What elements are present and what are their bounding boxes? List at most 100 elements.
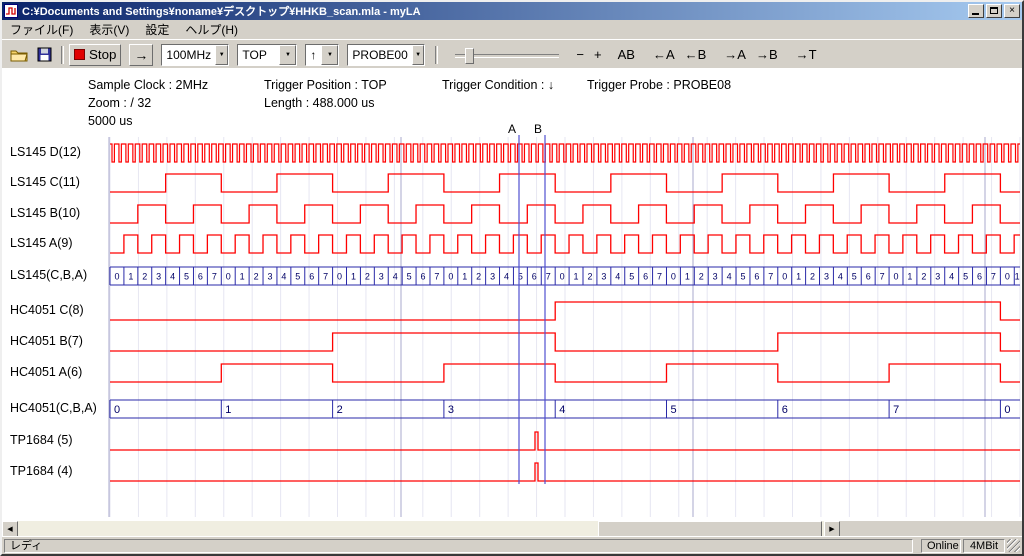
- svg-text:3: 3: [713, 271, 718, 281]
- chevron-down-icon[interactable]: ▼: [321, 45, 338, 65]
- svg-text:7: 7: [657, 271, 662, 281]
- channel-ls145-a9: [110, 235, 1020, 253]
- title-bar[interactable]: C:¥Documents and Settings¥noname¥デスクトップ¥…: [2, 2, 1022, 20]
- svg-text:7: 7: [323, 271, 328, 281]
- stop-button[interactable]: Stop: [69, 44, 121, 66]
- trigger-position-select[interactable]: TOP ▼: [237, 44, 297, 66]
- svg-text:4: 4: [949, 271, 954, 281]
- waveform-view[interactable]: Sample Clock : 2MHz Trigger Position : T…: [2, 68, 1022, 521]
- toolbar-separator: [435, 46, 438, 64]
- menu-file[interactable]: ファイル(F): [2, 19, 81, 40]
- channel-tp1684-4: [110, 463, 1020, 481]
- svg-text:6: 6: [977, 271, 982, 281]
- status-ready: レディ: [4, 539, 913, 553]
- scrollbar-track[interactable]: [18, 521, 824, 537]
- trigger-position-info: Trigger Position : TOP: [264, 78, 387, 92]
- scrollbar-thumb[interactable]: [598, 521, 822, 537]
- svg-text:1: 1: [462, 271, 467, 281]
- svg-text:0: 0: [448, 271, 453, 281]
- svg-text:7: 7: [893, 404, 899, 416]
- zoom-slider[interactable]: [455, 46, 559, 64]
- save-button[interactable]: [32, 44, 56, 66]
- open-button[interactable]: [6, 44, 32, 66]
- waveform-svg: 0123456701234567012345670123456701234567…: [2, 68, 1022, 521]
- window-title: C:¥Documents and Settings¥noname¥デスクトップ¥…: [22, 3, 966, 19]
- zoom-slider-thumb[interactable]: [465, 48, 474, 64]
- svg-text:7: 7: [991, 271, 996, 281]
- minimize-button[interactable]: [968, 4, 984, 18]
- status-online: Online: [921, 539, 961, 553]
- cursor-a-label: A: [508, 122, 516, 136]
- svg-text:0: 0: [114, 271, 119, 281]
- run-button[interactable]: →: [129, 44, 153, 66]
- chevron-down-icon[interactable]: ▼: [279, 45, 296, 65]
- floppy-disk-icon: [37, 47, 52, 62]
- svg-text:5: 5: [671, 404, 677, 416]
- time-origin-label: 5000 us: [88, 114, 132, 128]
- svg-text:7: 7: [546, 271, 551, 281]
- folder-open-icon: [10, 48, 28, 62]
- ab-button[interactable]: AB: [613, 45, 640, 64]
- resize-grip[interactable]: [1007, 539, 1020, 552]
- app-icon: [4, 4, 18, 18]
- svg-text:2: 2: [476, 271, 481, 281]
- svg-text:5: 5: [740, 271, 745, 281]
- scroll-left-button[interactable]: ◀: [2, 521, 18, 537]
- application-window: { "window": { "title": "C:¥Documents and…: [0, 0, 1024, 556]
- svg-text:7: 7: [212, 271, 217, 281]
- svg-text:3: 3: [379, 271, 384, 281]
- svg-text:0: 0: [1005, 271, 1010, 281]
- channel-tp1684-5: [110, 432, 1020, 450]
- probe-select[interactable]: PROBE00 ▼: [347, 44, 425, 66]
- menu-help[interactable]: ヘルプ(H): [177, 19, 246, 40]
- svg-text:3: 3: [448, 404, 454, 416]
- zoom-out-button[interactable]: −: [571, 45, 589, 64]
- svg-text:3: 3: [267, 271, 272, 281]
- svg-text:7: 7: [434, 271, 439, 281]
- menu-settings[interactable]: 設定: [137, 19, 177, 40]
- channel-label-tp1684-4: TP1684 (4): [10, 464, 73, 478]
- channel-label-ls145-a9: LS145 A(9): [10, 236, 73, 250]
- svg-text:6: 6: [421, 271, 426, 281]
- status-memory: 4MBit: [963, 539, 1005, 553]
- move-cursor-a-button[interactable]: →A: [719, 45, 751, 64]
- sample-clock-select[interactable]: 100MHz ▼: [161, 44, 229, 66]
- goto-trigger-button[interactable]: →T: [791, 45, 822, 64]
- channel-label-ls145-b10: LS145 B(10): [10, 206, 80, 220]
- svg-text:2: 2: [365, 271, 370, 281]
- svg-text:6: 6: [198, 271, 203, 281]
- svg-text:4: 4: [393, 271, 398, 281]
- chevron-down-icon[interactable]: ▼: [412, 45, 425, 65]
- move-cursor-b-button[interactable]: →B: [751, 45, 783, 64]
- trigger-edge-value: ↑: [306, 48, 320, 62]
- svg-text:5: 5: [852, 271, 857, 281]
- goto-cursor-b-button[interactable]: ←B: [680, 45, 712, 64]
- horizontal-scrollbar[interactable]: ◀ ▶: [2, 521, 840, 537]
- goto-cursor-a-button[interactable]: ←A: [648, 45, 680, 64]
- grid: [109, 137, 1020, 517]
- svg-text:2: 2: [921, 271, 926, 281]
- channel-label-ls145-bus: LS145(C,B,A): [10, 268, 87, 282]
- zoom-in-button[interactable]: +: [589, 45, 607, 64]
- svg-text:3: 3: [156, 271, 161, 281]
- zoom-info: Zoom : / 32: [88, 96, 151, 110]
- svg-text:3: 3: [935, 271, 940, 281]
- scroll-right-button[interactable]: ▶: [824, 521, 840, 537]
- svg-text:4: 4: [281, 271, 286, 281]
- svg-text:2: 2: [254, 271, 259, 281]
- trigger-condition-info: Trigger Condition : ↓: [442, 78, 554, 92]
- close-button[interactable]: ×: [1004, 4, 1020, 18]
- maximize-button[interactable]: [986, 4, 1002, 18]
- svg-text:1: 1: [225, 404, 231, 416]
- trigger-edge-select[interactable]: ↑ ▼: [305, 44, 339, 66]
- svg-text:5: 5: [518, 271, 523, 281]
- svg-text:2: 2: [337, 404, 343, 416]
- svg-text:1: 1: [351, 271, 356, 281]
- svg-text:0: 0: [114, 404, 120, 416]
- menu-bar: ファイル(F) 表示(V) 設定 ヘルプ(H): [2, 20, 1022, 39]
- svg-text:5: 5: [629, 271, 634, 281]
- chevron-down-icon[interactable]: ▼: [215, 45, 228, 65]
- menu-view[interactable]: 表示(V): [81, 19, 137, 40]
- svg-text:4: 4: [559, 404, 565, 416]
- cursors: AB: [508, 122, 545, 484]
